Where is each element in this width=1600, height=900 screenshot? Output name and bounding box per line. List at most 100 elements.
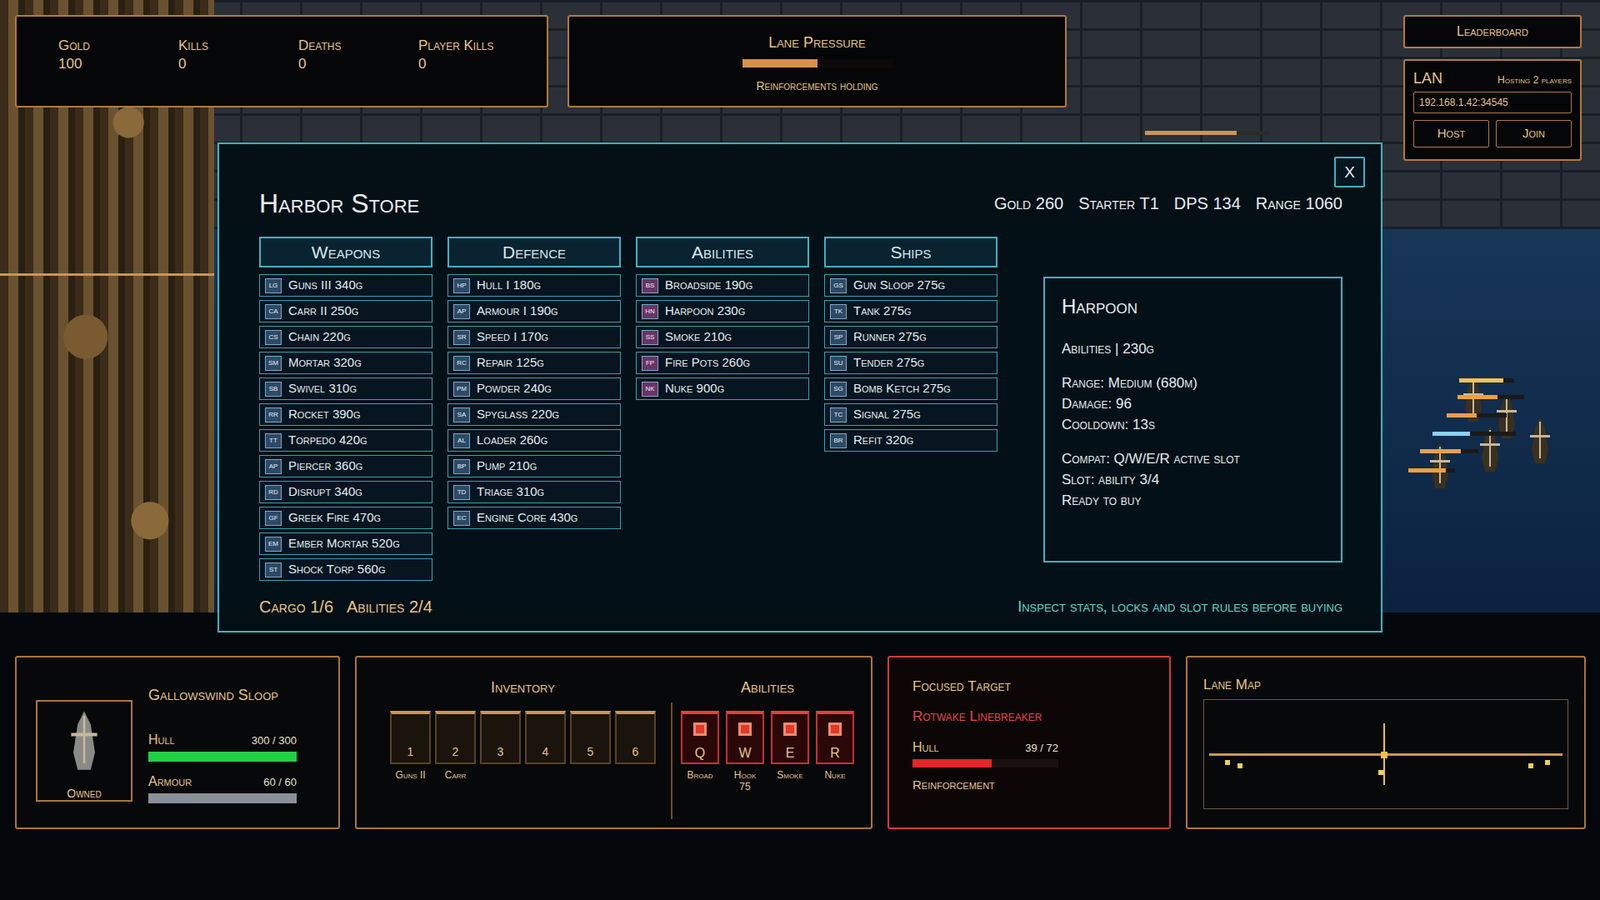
- store-item[interactable]: RDDisrupt 340g: [259, 480, 433, 504]
- stat-value: 0: [418, 55, 539, 74]
- fleet-health-bar: [1446, 413, 1507, 418]
- store-item[interactable]: TKTank 275g: [824, 300, 998, 323]
- detail-stat: Damage: 96: [1061, 393, 1325, 415]
- store-item[interactable]: HPHull I 180g: [447, 274, 621, 297]
- enemy-fleet: [1406, 366, 1574, 525]
- store-item[interactable]: SASpyglass 220g: [447, 403, 621, 426]
- ship-panel: OwnedGallowswind SloopHull300 / 300Armou…: [15, 655, 340, 830]
- address-field[interactable]: [1413, 91, 1572, 114]
- item-icon: NK: [641, 381, 659, 397]
- inventory-slots: 1Guns II2Carr3456: [390, 710, 656, 781]
- store-item[interactable]: SUTender 275g: [824, 351, 998, 375]
- store-item[interactable]: FPFire Pots 260g: [635, 351, 810, 375]
- item-code: GS: [833, 282, 844, 290]
- store-item[interactable]: BPPump 210g: [447, 455, 621, 478]
- inventory-slot[interactable]: 1: [390, 710, 431, 765]
- bar-color: [1408, 468, 1446, 473]
- store-item[interactable]: SPRunner 275g: [824, 325, 998, 349]
- store-item[interactable]: SGBomb Ketch 275g: [824, 377, 998, 400]
- item-label: Torpedo 420g: [288, 430, 368, 450]
- fleet-health-bar: [1459, 378, 1515, 383]
- item-label: Fire Pots 260g: [665, 353, 750, 373]
- join-button[interactable]: Join: [1495, 120, 1572, 148]
- store-item[interactable]: CACarr II 250g: [259, 300, 433, 323]
- lan-buttons: HostJoin: [1413, 120, 1572, 148]
- store-item[interactable]: NK Nuke 900g: [635, 377, 810, 400]
- item-label: Harpoon 230g: [665, 301, 745, 321]
- store-item[interactable]: RRRocket 390g: [259, 403, 433, 426]
- harbor-store-dialog: XHarbor StoreGold 260Starter T1DPS 134Ra…: [217, 142, 1383, 633]
- ability-slot[interactable]: E: [770, 710, 810, 765]
- bar-header: Hull39 / 72: [912, 737, 1059, 758]
- item-code: SG: [833, 385, 844, 393]
- inventory-slot[interactable]: 6: [615, 710, 656, 765]
- store-item[interactable]: APArmour I 190g: [447, 300, 621, 323]
- store-item[interactable]: ALLoader 260g: [447, 429, 621, 452]
- store-item[interactable]: PMPowder 240g: [447, 377, 621, 400]
- ability-slot-column: ESmoke: [770, 710, 810, 793]
- detail-stat: Range: Medium (680m): [1061, 372, 1325, 394]
- item-label: Smoke 210g: [665, 327, 732, 347]
- ability-slot[interactable]: Q: [680, 710, 720, 765]
- store-item[interactable]: SBSwivel 310g: [259, 377, 433, 400]
- close-button[interactable]: X: [1334, 156, 1365, 188]
- ability-slot[interactable]: R: [815, 710, 855, 765]
- store-item[interactable]: BRRefit 320g: [824, 429, 998, 452]
- ability-slot-column: R Nuke: [815, 710, 855, 793]
- store-item[interactable]: HN Harpoon 230g: [635, 300, 810, 323]
- lane-map[interactable]: [1203, 699, 1569, 810]
- item-icon: HN: [641, 304, 659, 320]
- store-item[interactable]: SSSmoke 210g: [635, 325, 810, 349]
- item-code: RD: [268, 489, 279, 496]
- ability-slot-column: WHook75: [725, 710, 765, 793]
- store-item[interactable]: GFGreek Fire 470g: [259, 506, 433, 530]
- store-item[interactable]: BSBroadside 190g: [635, 274, 810, 297]
- store-item[interactable]: EMEmber Mortar 520g: [259, 532, 433, 555]
- store-stat: Starter T1: [1078, 190, 1160, 216]
- bar-color: [1446, 413, 1477, 418]
- ability-slot-column: QBroad: [680, 710, 720, 793]
- ship-icon: [62, 708, 106, 775]
- inventory-slot[interactable]: 4: [525, 710, 566, 765]
- item-label: Ember Mortar 520g: [288, 534, 400, 554]
- inventory-slot[interactable]: 2: [435, 710, 476, 765]
- item-label: Mortar 320g: [288, 353, 362, 373]
- store-item[interactable]: LGGuns III 340g: [259, 274, 433, 297]
- bar-fill: [1420, 449, 1461, 454]
- detail-stats: Range: Medium (680m)Damage: 96Cooldown: …: [1061, 372, 1325, 435]
- item-detail-panel: HarpoonAbilities | 230gRange: Medium (68…: [1043, 276, 1343, 563]
- store-item[interactable]: STShock Torp 560g: [259, 558, 433, 581]
- fleet-health-bar: [1408, 468, 1455, 473]
- store-item[interactable]: TCSignal 275g: [824, 403, 998, 426]
- ability-slot[interactable]: W: [725, 710, 765, 765]
- store-item[interactable]: ECEngine Core 430g: [447, 506, 621, 530]
- store-item[interactable]: APPiercer 360g: [259, 455, 433, 478]
- item-code: TT: [269, 437, 278, 445]
- inventory-slot[interactable]: 3: [480, 710, 521, 765]
- store-item[interactable]: GSGun Sloop 275g: [824, 274, 998, 297]
- fleet-health-bar: [1457, 395, 1525, 400]
- item-code: RR: [268, 411, 279, 419]
- item-code: PM: [456, 385, 467, 393]
- bottom-hud: OwnedGallowswind SloopHull300 / 300Armou…: [0, 655, 1600, 830]
- store-item[interactable]: CSChain 220g: [259, 325, 433, 349]
- store-item[interactable]: TT Torpedo 420g: [259, 429, 433, 452]
- item-label: Triage 310g: [476, 482, 545, 502]
- bar-color: [1432, 431, 1470, 436]
- item-label: Nuke 900g: [665, 379, 725, 399]
- bar-label: Hull: [148, 730, 175, 750]
- leaderboard-button[interactable]: Leaderboard: [1403, 15, 1582, 49]
- store-column: ShipsGSGun Sloop 275gTKTank 275gSPRunner…: [824, 236, 998, 585]
- item-icon: SR: [453, 330, 470, 345]
- store-item[interactable]: RCRepair 125g: [447, 351, 621, 375]
- store-column: AbilitiesBSBroadside 190gHNHarpoon 230gS…: [635, 236, 810, 585]
- store-item[interactable]: TDTriage 310g: [447, 480, 621, 504]
- store-item[interactable]: SRSpeed I 170g: [447, 325, 621, 349]
- ability-label: Nuke: [824, 769, 845, 781]
- inventory-slot[interactable]: 5: [570, 710, 611, 765]
- host-button[interactable]: Host: [1413, 120, 1490, 148]
- unit-marker: [1528, 763, 1534, 769]
- bar-color: [1420, 449, 1461, 454]
- item-icon: EC: [453, 510, 470, 526]
- store-item[interactable]: SMMortar 320g: [259, 351, 433, 375]
